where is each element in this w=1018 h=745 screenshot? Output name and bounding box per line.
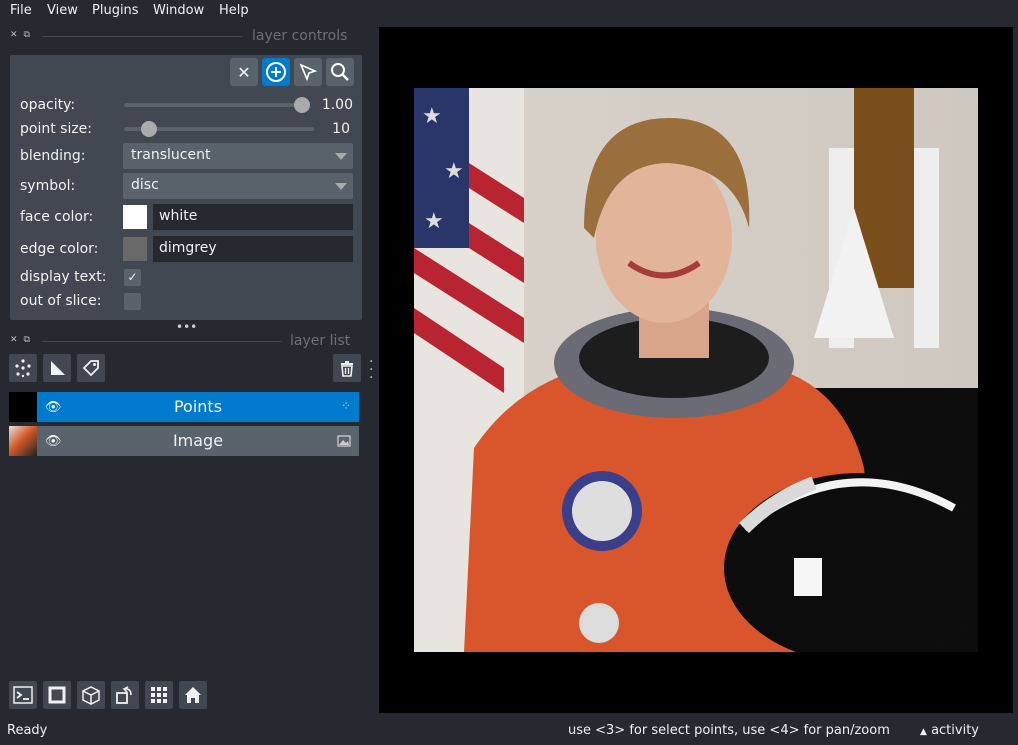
symbol-dropdown[interactable]: disc — [123, 173, 353, 199]
dock-float-close-icon[interactable]: ✕⧉ — [10, 335, 36, 345]
square-icon — [48, 686, 66, 704]
edge-color-label: edge color: — [20, 241, 99, 257]
pan-zoom-button[interactable] — [326, 58, 354, 86]
more-options-icon[interactable]: · · · — [369, 355, 373, 385]
svg-text:★: ★ — [424, 209, 444, 234]
trash-icon — [341, 361, 353, 377]
menu-plugins[interactable]: Plugins — [92, 3, 139, 18]
menu-help[interactable]: Help — [219, 3, 249, 18]
astronaut-illustration: ★ ★ ★ — [414, 88, 978, 652]
add-points-button[interactable] — [262, 58, 290, 86]
face-color-label: face color: — [20, 209, 94, 225]
delete-selected-points-button[interactable]: ✕ — [230, 58, 258, 86]
close-icon: ✕ — [237, 62, 251, 82]
console-button[interactable] — [9, 681, 37, 709]
menubar: File View Plugins Window Help — [0, 0, 1018, 24]
select-points-button[interactable] — [294, 58, 322, 86]
layer-controls-title: layer controls — [252, 28, 348, 44]
edge-color-value: dimgrey — [159, 240, 217, 256]
tag-icon — [82, 360, 99, 377]
dock-title-divider — [42, 36, 242, 37]
out-of-slice-label: out of slice: — [20, 293, 102, 309]
astronaut-image: ★ ★ ★ — [414, 88, 978, 652]
face-color-swatch[interactable] — [123, 205, 147, 229]
layer-list-dock-title: ✕⧉ layer list — [0, 333, 370, 349]
dock-float-close-icon[interactable]: ✕⧉ — [10, 30, 36, 40]
layer-controls-dock-title: ✕⧉ layer controls — [0, 28, 370, 44]
point-size-value: 10 — [332, 121, 350, 137]
chevron-down-icon — [335, 183, 347, 190]
delete-layer-button[interactable] — [333, 354, 361, 382]
blending-dropdown[interactable]: translucent — [123, 143, 353, 169]
add-point-icon — [266, 62, 286, 82]
layer-list-title: layer list — [290, 333, 351, 349]
dock-title-divider — [42, 341, 282, 342]
blending-value: translucent — [131, 147, 211, 163]
grid-view-button[interactable] — [145, 681, 173, 709]
opacity-slider[interactable] — [124, 103, 302, 107]
layer-row-body[interactable]: 👁 Points ⁘ — [37, 392, 359, 422]
layer-controls-panel: ✕ opacity: 1.00 point size: 10 blending:… — [10, 55, 362, 320]
new-labels-layer-button[interactable] — [77, 354, 105, 382]
out-of-slice-checkbox[interactable] — [124, 293, 141, 310]
points-icon: ⁘ — [340, 399, 351, 413]
symbol-label: symbol: — [20, 178, 76, 194]
zoom-icon — [331, 63, 349, 81]
display-text-checkbox[interactable]: ✓ — [124, 269, 141, 286]
menu-view[interactable]: View — [47, 3, 78, 18]
terminal-icon — [13, 686, 33, 704]
edge-color-swatch[interactable] — [123, 237, 147, 261]
opacity-label: opacity: — [20, 97, 76, 113]
display-text-label: display text: — [20, 269, 107, 285]
layer-row-points[interactable]: 👁 Points ⁘ — [9, 392, 359, 422]
svg-text:★: ★ — [422, 104, 442, 129]
image-layer-thumbnail — [9, 426, 37, 456]
layer-row-image[interactable]: 👁 Image — [9, 426, 359, 456]
status-hint: use <3> for select points, use <4> for p… — [568, 723, 890, 738]
menu-file[interactable]: File — [10, 3, 32, 18]
point-size-slider-handle[interactable] — [140, 121, 157, 137]
shapes-icon — [51, 361, 65, 375]
layer-row-body[interactable]: 👁 Image — [37, 426, 359, 456]
chevron-down-icon — [335, 153, 347, 160]
menu-window[interactable]: Window — [153, 3, 204, 18]
viewer-canvas[interactable]: ★ ★ ★ — [379, 27, 1013, 713]
status-text: Ready — [7, 723, 48, 738]
splitter-handle[interactable]: ••• — [176, 320, 197, 334]
caret-up-icon: ▲ — [920, 727, 927, 737]
home-icon — [185, 687, 201, 703]
select-arrow-icon — [299, 63, 318, 82]
layer-name[interactable]: Image — [37, 431, 359, 450]
points-icon — [15, 359, 31, 378]
symbol-value: disc — [131, 177, 159, 193]
blending-label: blending: — [20, 148, 86, 164]
status-bar: Ready use <3> for select points, use <4>… — [0, 717, 1018, 745]
svg-text:★: ★ — [444, 159, 464, 184]
reset-view-button[interactable] — [179, 681, 207, 709]
opacity-value: 1.00 — [321, 97, 353, 113]
new-shapes-layer-button[interactable] — [43, 354, 71, 382]
cube-icon — [82, 686, 100, 705]
face-color-field[interactable]: white — [153, 204, 353, 230]
edge-color-field[interactable]: dimgrey — [153, 236, 353, 262]
point-size-label: point size: — [20, 121, 93, 137]
activity-button[interactable]: ▲ activity — [920, 723, 979, 738]
points-layer-thumbnail — [9, 392, 37, 422]
grid-icon — [151, 687, 167, 703]
transpose-button[interactable] — [111, 681, 139, 709]
activity-label: activity — [931, 723, 979, 738]
face-color-value: white — [159, 208, 198, 224]
new-points-layer-button[interactable] — [9, 354, 37, 382]
roll-dims-button[interactable] — [77, 681, 105, 709]
rotate-icon — [116, 686, 132, 704]
image-icon — [337, 435, 351, 447]
toggle-ndisplay-button[interactable] — [43, 681, 71, 709]
layer-name[interactable]: Points — [37, 397, 359, 416]
opacity-slider-handle[interactable] — [294, 97, 310, 113]
